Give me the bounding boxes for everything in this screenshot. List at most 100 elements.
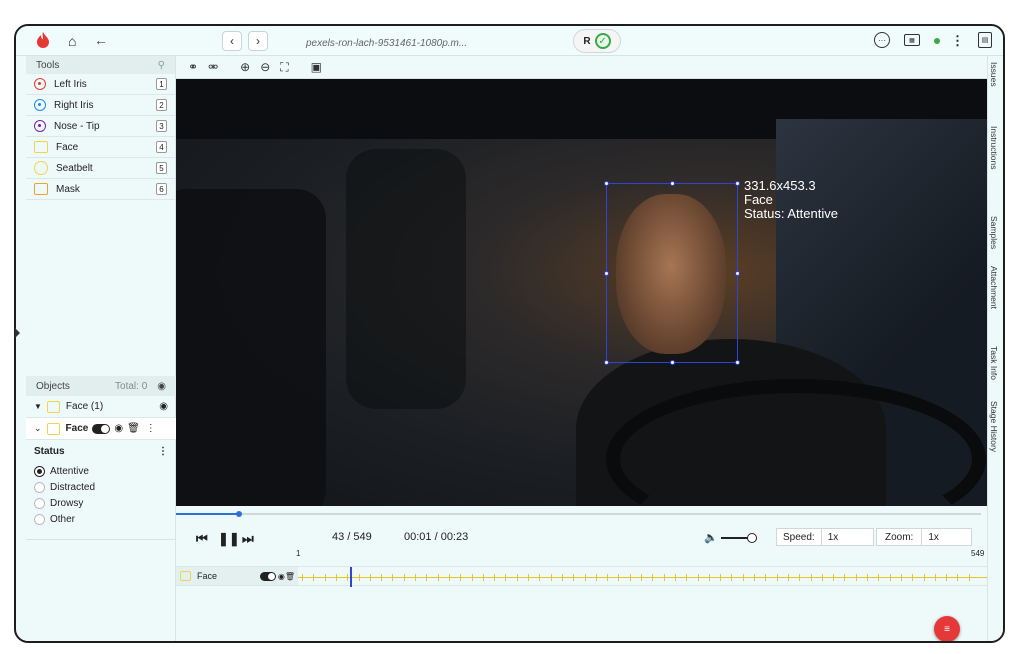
status-option-label: Attentive [50, 465, 89, 477]
status-option-attentive[interactable]: Attentive [34, 463, 168, 479]
video-canvas[interactable]: 331.6x453.3 Face Status: Attentive [176, 79, 987, 506]
volume-slider[interactable] [721, 533, 757, 543]
skip-end-icon[interactable]: ⏭ [242, 531, 254, 547]
previous-file-button[interactable]: ‹ [222, 31, 242, 51]
resize-handle[interactable] [735, 360, 740, 365]
caret-down-icon[interactable]: ▼ [34, 402, 42, 411]
video-scrubber[interactable] [176, 511, 981, 517]
eye-icon[interactable]: ◉ [278, 572, 285, 581]
bounding-box-icon [180, 571, 191, 581]
annotation-size: 331.6x453.3 [744, 178, 816, 193]
scrubber-handle[interactable] [235, 511, 242, 517]
keyframe-marker [618, 574, 620, 581]
bounding-box-icon [34, 183, 48, 195]
rail-task-info[interactable]: Task Info [989, 346, 999, 380]
tool-face[interactable]: Face 4 [26, 137, 175, 158]
floating-action-button[interactable]: ≡ [934, 616, 960, 641]
resize-handle[interactable] [735, 181, 740, 186]
speed-selector[interactable]: Speed: 1x [776, 528, 874, 546]
pause-icon[interactable]: ❚❚ [218, 531, 240, 547]
tool-mask[interactable]: Mask 6 [26, 179, 175, 200]
track-label: Face [197, 571, 218, 581]
visibility-toggle[interactable] [92, 423, 111, 434]
rail-instructions[interactable]: Instructions [989, 126, 999, 169]
playhead[interactable] [350, 567, 352, 587]
bounding-box-icon [46, 422, 60, 435]
resize-handle[interactable] [604, 271, 609, 276]
tool-label: Nose - Tip [54, 120, 100, 132]
tool-shortcut: 1 [156, 78, 167, 90]
keyframe-marker [968, 574, 970, 581]
search-icon[interactable]: ⚲ [158, 60, 165, 71]
volume-handle[interactable] [747, 533, 757, 543]
keyframe-marker [821, 574, 823, 581]
keyframe-marker [946, 574, 948, 581]
track-face[interactable]: Face ◉ 🗑 [176, 566, 987, 587]
track-visibility-toggle[interactable] [259, 571, 276, 581]
collapse-arrow-icon[interactable] [15, 328, 20, 338]
more-menu-icon[interactable]: ⋮ [951, 32, 964, 50]
unlink-icon[interactable]: ⚮ [208, 60, 218, 74]
keyboard-icon[interactable]: ▦ [904, 34, 920, 46]
fit-screen-icon[interactable]: ⛶ [280, 60, 288, 75]
tool-nose-tip[interactable]: Nose - Tip 3 [26, 116, 175, 137]
eye-icon[interactable]: ◉ [157, 381, 166, 392]
keyframe-marker [934, 574, 936, 581]
resize-handle[interactable] [604, 360, 609, 365]
car-seat-left [176, 189, 326, 506]
keyframe-marker [561, 574, 563, 581]
crop-icon[interactable]: ▣ [311, 60, 322, 74]
tool-seatbelt[interactable]: Seatbelt 5 [26, 158, 175, 179]
trash-icon[interactable]: 🗑 [285, 572, 295, 581]
tool-left-iris[interactable]: Left Iris 1 [26, 74, 175, 95]
keyframe-marker [855, 574, 857, 581]
tool-shortcut: 3 [156, 120, 167, 132]
save-icon[interactable]: ▤ [978, 32, 992, 48]
keyframe-marker [787, 574, 789, 581]
resize-handle[interactable] [670, 181, 675, 186]
tool-label: Seatbelt [56, 162, 93, 174]
status-option-other[interactable]: Other [34, 511, 168, 527]
top-bar: ⌂ ← ‹ › pexels-ron-lach-9531461-1080p.m.… [16, 26, 1003, 56]
app-logo-icon[interactable] [36, 31, 50, 49]
zoom-selector[interactable]: Zoom: 1x [876, 528, 972, 546]
status-option-distracted[interactable]: Distracted [34, 479, 168, 495]
resize-handle[interactable] [604, 181, 609, 186]
tools-adjust-icon: ≡ [944, 623, 950, 635]
back-arrow-icon[interactable]: ← [94, 31, 108, 49]
keyframe-marker [358, 574, 360, 581]
sync-status[interactable]: R ✓ [573, 29, 621, 53]
eye-icon[interactable]: ◉ [159, 401, 168, 412]
more-options-icon[interactable]: ⋮ [158, 446, 168, 457]
rail-attachment[interactable]: Attachment [989, 266, 999, 309]
resize-handle[interactable] [735, 271, 740, 276]
chat-icon[interactable]: ··· [874, 32, 890, 48]
eye-icon[interactable]: ◉ [114, 423, 123, 434]
home-icon[interactable]: ⌂ [68, 32, 76, 50]
zoom-in-icon[interactable]: ⊕ [240, 60, 250, 74]
tool-right-iris[interactable]: Right Iris 2 [26, 95, 175, 116]
object-group-face[interactable]: ▼ Face (1) ◉ [26, 396, 176, 418]
keyframe-marker [629, 574, 631, 581]
chevron-down-icon[interactable]: ⌄ [34, 423, 42, 434]
volume-icon[interactable]: 🔈 [704, 531, 718, 544]
object-item-label: Face [65, 423, 89, 434]
rail-samples[interactable]: Samples [989, 216, 999, 249]
next-file-button[interactable]: › [248, 31, 268, 51]
rail-stage-history[interactable]: Stage History [989, 401, 999, 452]
zoom-out-icon[interactable]: ⊖ [260, 60, 270, 74]
link-icon[interactable]: ⚭ [188, 60, 198, 74]
object-item-face[interactable]: ⌄ Face ◉ 🗑 ⋮ [26, 418, 176, 440]
more-options-icon[interactable]: ⋮ [146, 423, 156, 434]
face-bounding-box[interactable] [604, 181, 740, 365]
keyframe-marker [505, 574, 507, 581]
trash-icon[interactable]: 🗑 [127, 423, 140, 434]
scrubber-progress [176, 513, 239, 515]
online-status-icon [934, 38, 940, 44]
skip-start-icon[interactable]: ⏮ [196, 531, 208, 547]
resize-handle[interactable] [670, 360, 675, 365]
status-option-drowsy[interactable]: Drowsy [34, 495, 168, 511]
rail-issues[interactable]: Issues [989, 62, 999, 87]
keyframe-marker [697, 574, 699, 581]
canvas-toolbar: ⚭ ⚮ ⊕ ⊖ ⛶ ▣ [176, 56, 987, 79]
